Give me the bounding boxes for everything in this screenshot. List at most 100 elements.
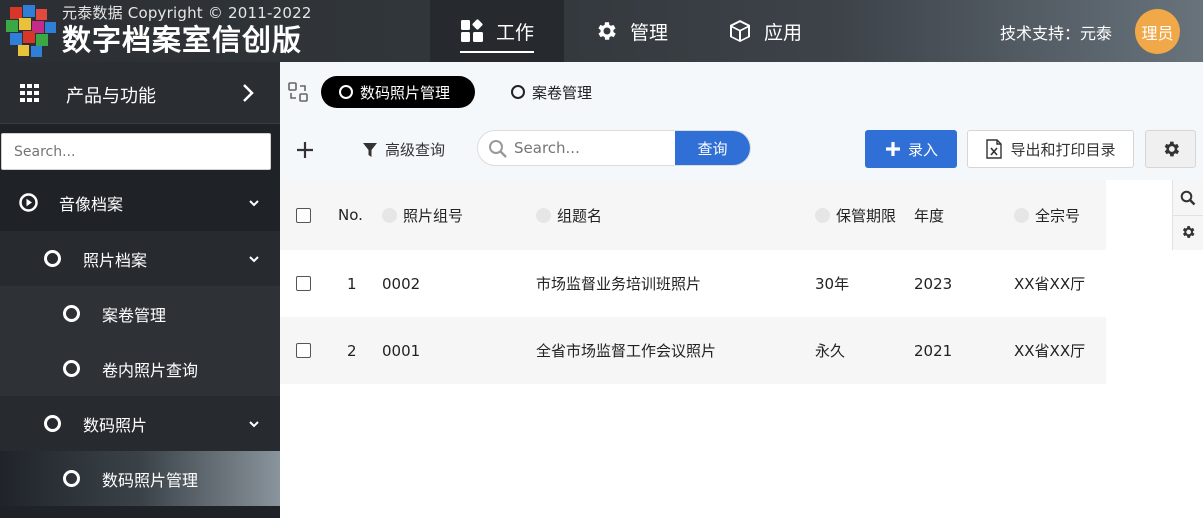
circle-icon: [44, 250, 61, 267]
cell-title: 全省市场监督工作会议照片: [536, 342, 717, 360]
play-circle-icon: [19, 193, 38, 212]
dashboard-icon: [460, 19, 483, 42]
sidebar-item-label: 数码照片管理: [102, 470, 199, 490]
sidebar-header[interactable]: 产品与功能: [0, 62, 280, 124]
sort-icon: [815, 207, 830, 223]
chevron-down-icon: [249, 421, 259, 428]
brand: 元泰数据 Copyright © 2011-2022 数字档案室信创版: [0, 0, 430, 62]
row-checkbox[interactable]: [296, 276, 311, 291]
topnav-manage[interactable]: 管理: [564, 0, 698, 62]
cube-icon: [729, 20, 750, 42]
cell-retention: 永久: [815, 342, 846, 360]
export-print-label: 导出和打印目录: [1010, 140, 1116, 159]
cube-logo-icon: [6, 5, 56, 57]
plus-icon[interactable]: [295, 140, 315, 160]
export-print-button[interactable]: 导出和打印目录: [967, 130, 1134, 168]
settings-button[interactable]: [1145, 130, 1196, 168]
topnav-manage-label: 管理: [629, 21, 668, 44]
cell-year: 2021: [914, 341, 953, 360]
toolbar: 高级查询 查询 录入 导出和打印目录: [280, 120, 1203, 180]
select-all-checkbox[interactable]: [296, 207, 311, 223]
query-button[interactable]: 查询: [675, 131, 750, 165]
gear-icon: [1164, 141, 1179, 157]
chevron-down-icon: [249, 256, 259, 263]
app-title: 数字档案室信创版: [62, 23, 303, 57]
search-box: 查询: [477, 130, 751, 166]
chevron-right-icon: [243, 84, 254, 102]
col-title[interactable]: 组题名: [536, 180, 602, 250]
search-input[interactable]: [514, 131, 674, 165]
sidebar-item-digital-photo[interactable]: 数码照片: [0, 396, 280, 451]
sort-icon: [382, 207, 397, 223]
topnav-work-label: 工作: [495, 21, 534, 44]
cell-year: 2023: [914, 274, 953, 293]
sidebar-search-input[interactable]: [1, 133, 271, 170]
main-content: 数码照片管理 案卷管理 高级查询 查询 录入: [280, 62, 1203, 518]
col-label: 组题名: [557, 206, 603, 225]
col-label: 全宗号: [1035, 206, 1081, 225]
user-avatar[interactable]: 理员: [1135, 9, 1180, 54]
col-year: 年度: [914, 206, 945, 225]
cell-title: 市场监督业务培训班照片: [536, 275, 702, 293]
topnav-apps[interactable]: 应用: [698, 0, 832, 62]
cell-retention: 30年: [815, 275, 850, 293]
tab-volume-management[interactable]: 案卷管理: [511, 76, 592, 108]
topnav-apps-label: 应用: [763, 21, 802, 44]
tab-label: 案卷管理: [532, 83, 593, 102]
support-text: 技术支持：元泰: [1000, 24, 1113, 43]
cell-fonds: XX省XX厅: [1014, 342, 1086, 360]
sidebar-item-label: 案卷管理: [102, 305, 167, 325]
tab-label: 数码照片管理: [360, 83, 451, 102]
circle-icon: [511, 85, 525, 99]
cell-group-no: 0001: [382, 341, 421, 360]
topnav-work[interactable]: 工作: [430, 0, 564, 62]
sidebar-item-photo-archive[interactable]: 照片档案: [0, 231, 280, 286]
col-retention[interactable]: 保管期限: [815, 180, 896, 250]
top-header: 元泰数据 Copyright © 2011-2022 数字档案室信创版 工作 管…: [0, 0, 1203, 62]
top-nav: 工作 管理 应用: [430, 0, 832, 62]
sidebar-item-label: 音像档案: [59, 194, 124, 214]
col-fonds[interactable]: 全宗号: [1014, 180, 1080, 250]
table-side-tools: [1172, 180, 1203, 250]
gear-icon[interactable]: [1180, 224, 1196, 240]
col-no: No.: [338, 206, 363, 224]
plus-icon: [885, 142, 900, 156]
switch-tabs-icon[interactable]: [288, 82, 308, 102]
cell-fonds: XX省XX厅: [1014, 275, 1086, 293]
circle-icon: [339, 85, 353, 99]
add-record-button[interactable]: 录入: [865, 130, 957, 168]
circle-icon: [44, 415, 61, 432]
grid-icon: [20, 84, 39, 102]
advanced-search-button[interactable]: 高级查询: [362, 139, 445, 160]
active-underline: [460, 51, 534, 53]
row-checkbox[interactable]: [296, 343, 311, 358]
sidebar-item-label: 照片档案: [83, 250, 148, 270]
search-icon[interactable]: [1180, 190, 1196, 206]
tab-digital-photo-management[interactable]: 数码照片管理: [321, 76, 475, 108]
sidebar-title: 产品与功能: [66, 86, 156, 107]
col-group-no[interactable]: 照片组号: [382, 180, 463, 250]
circle-icon: [63, 360, 80, 377]
table-header: No. 照片组号 组题名 保管期限 年度 全宗号: [280, 180, 1106, 250]
col-label: 照片组号: [403, 206, 464, 225]
advanced-search-label: 高级查询: [385, 141, 446, 159]
table-row[interactable]: 2 0001 全省市场监督工作会议照片 永久 2021 XX省XX厅: [280, 317, 1106, 384]
divider: [1173, 215, 1203, 216]
cell-no: 1: [347, 274, 357, 293]
sidebar-item-digital-photo-management[interactable]: 数码照片管理: [0, 451, 280, 506]
sidebar-item-av-archive[interactable]: 音像档案: [0, 175, 280, 230]
sidebar-item-label: 数码照片: [83, 415, 148, 435]
add-record-label: 录入: [907, 140, 938, 159]
filter-icon: [363, 142, 377, 157]
excel-file-icon: [986, 139, 1003, 159]
cell-group-no: 0002: [382, 274, 421, 293]
gear-icon: [598, 22, 616, 40]
table-row[interactable]: 1 0002 市场监督业务培训班照片 30年 2023 XX省XX厅: [280, 250, 1106, 317]
sidebar-item-photo-query[interactable]: 卷内照片查询: [0, 341, 280, 396]
tab-bar: 数码照片管理 案卷管理: [280, 62, 1203, 120]
sort-icon: [1014, 207, 1029, 223]
col-label: 保管期限: [836, 206, 897, 225]
chevron-down-icon: [249, 200, 259, 207]
sidebar-item-volume-management[interactable]: 案卷管理: [0, 286, 280, 341]
cell-no: 2: [347, 341, 357, 360]
